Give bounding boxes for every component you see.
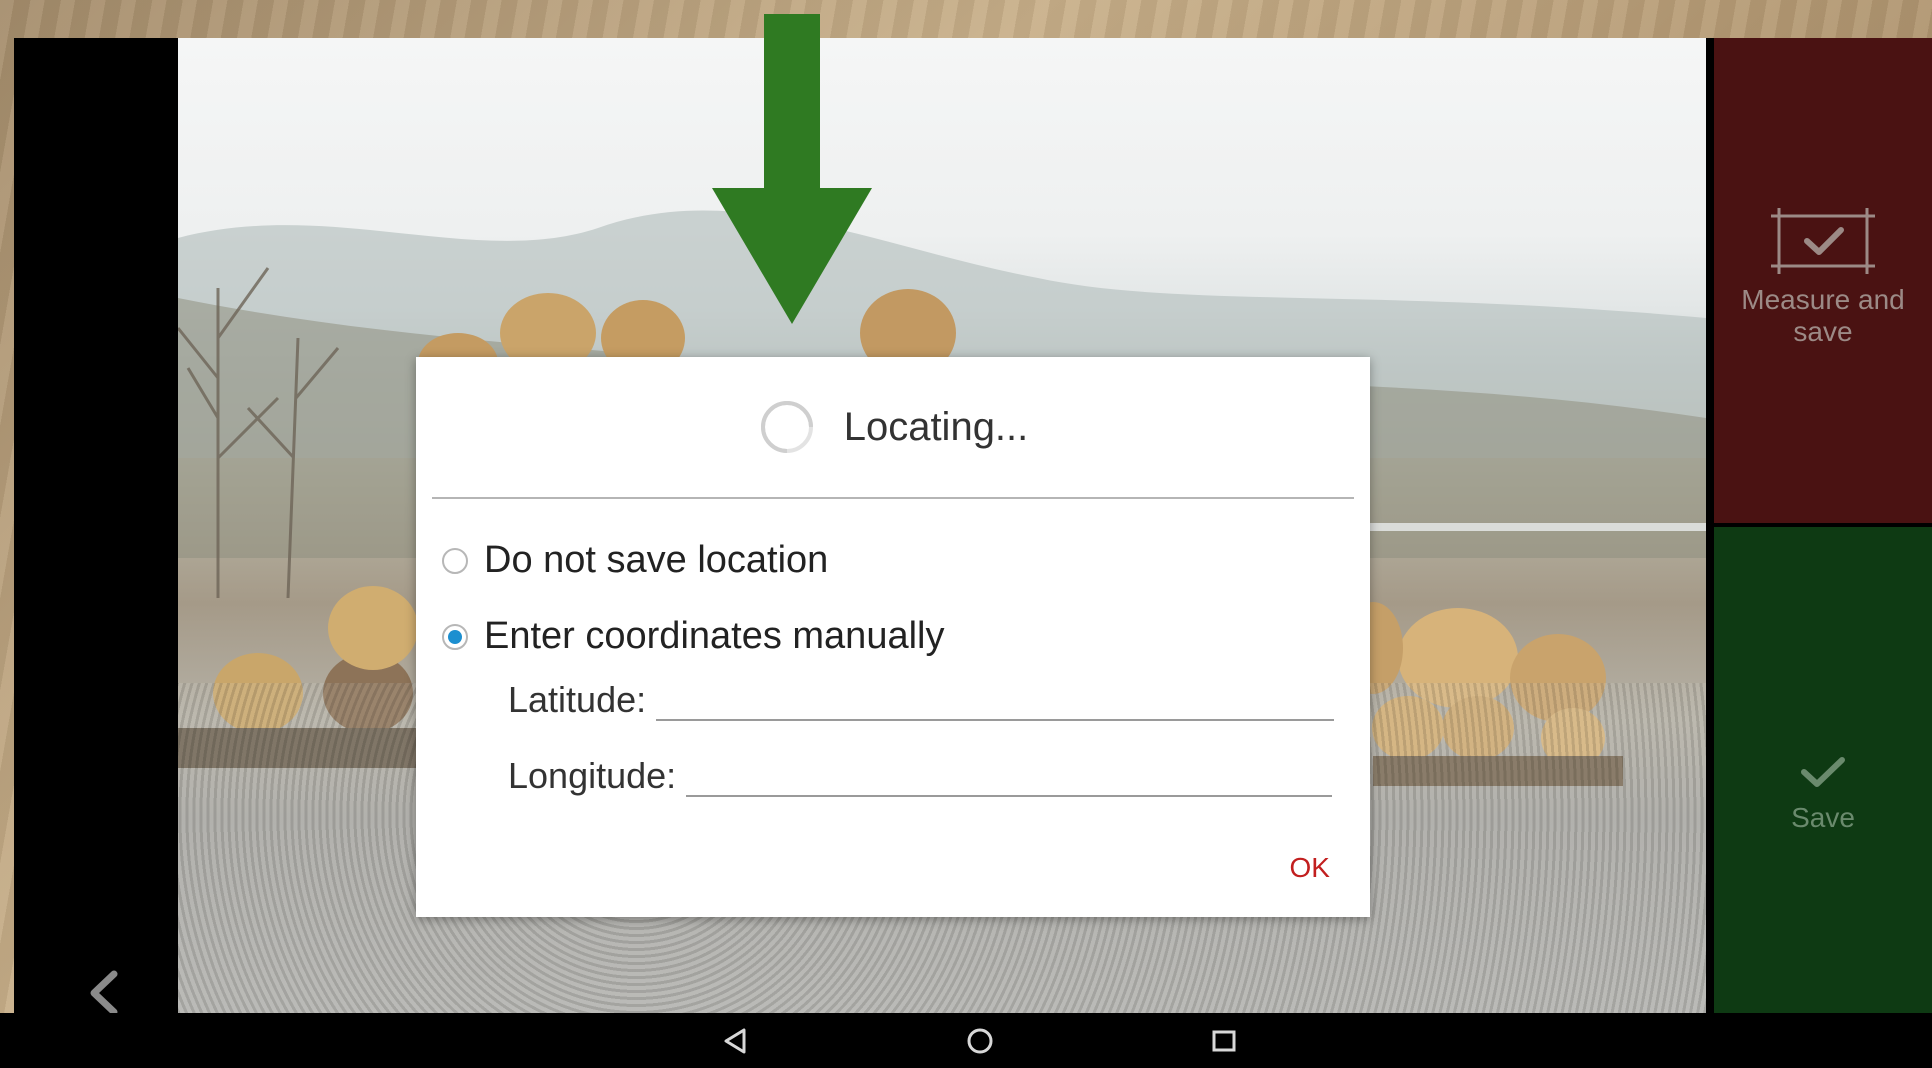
- option-label: Do not save location: [484, 539, 829, 581]
- save-label: Save: [1791, 802, 1855, 833]
- nav-back-icon[interactable]: [718, 1023, 754, 1059]
- longitude-input[interactable]: [686, 751, 1333, 797]
- option-do-not-save-location[interactable]: Do not save location: [442, 539, 828, 582]
- dialog-header: Locating...: [416, 357, 1370, 497]
- radio-unchecked-icon[interactable]: [442, 547, 468, 574]
- latitude-label: Latitude:: [508, 679, 647, 720]
- dialog-title: Locating...: [843, 404, 1029, 449]
- location-dialog: Locating... Do not save location Enter c…: [416, 357, 1370, 917]
- save-button[interactable]: Save: [1714, 527, 1932, 1050]
- radio-checked-icon[interactable]: [442, 623, 468, 650]
- nav-recents-icon[interactable]: [1206, 1023, 1242, 1059]
- nav-home-icon[interactable]: [962, 1023, 998, 1059]
- latitude-row: Latitude:: [508, 675, 1335, 721]
- checkmark-icon: [1801, 757, 1845, 787]
- latitude-input[interactable]: [656, 675, 1335, 721]
- side-panel: Measure and save Save: [1714, 38, 1932, 1050]
- android-nav-bar: [0, 1013, 1932, 1068]
- option-enter-coordinates-manually[interactable]: Enter coordinates manually: [442, 615, 944, 658]
- dialog-divider: [432, 497, 1354, 499]
- loading-spinner-icon: [760, 401, 813, 453]
- longitude-row: Longitude:: [508, 751, 1333, 797]
- ok-button[interactable]: OK: [1284, 851, 1336, 885]
- frame-check-icon: [1771, 208, 1875, 274]
- down-arrow-icon: [712, 14, 872, 324]
- longitude-label: Longitude:: [508, 755, 677, 796]
- measure-and-save-label: Measure and save: [1741, 284, 1905, 347]
- measure-and-save-button[interactable]: Measure and save: [1714, 38, 1932, 523]
- option-label: Enter coordinates manually: [484, 615, 945, 657]
